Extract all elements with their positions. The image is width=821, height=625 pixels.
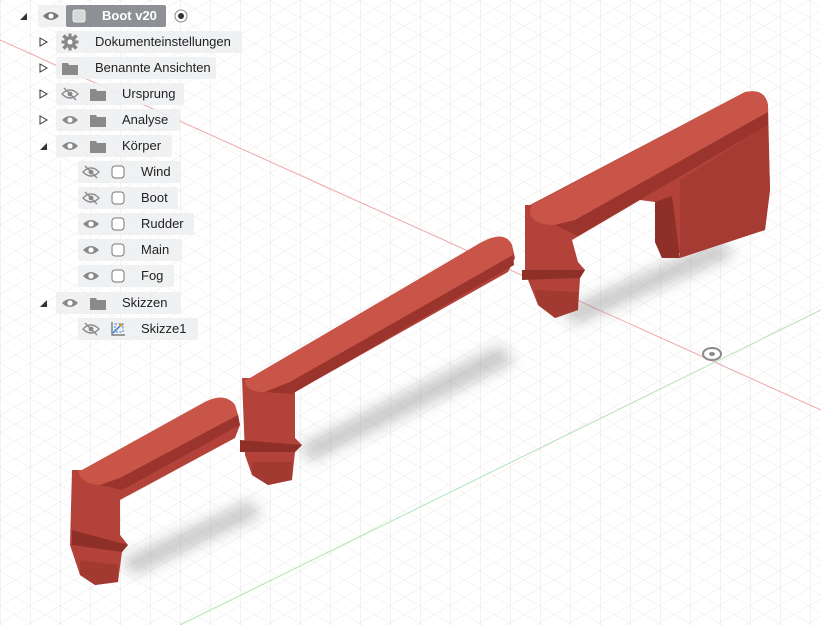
- expand-triangle-icon[interactable]: [36, 31, 50, 53]
- folder-icon: [87, 292, 109, 314]
- body-icon: [107, 213, 129, 235]
- eye-hidden-icon[interactable]: [59, 83, 81, 105]
- eye-hidden-icon[interactable]: [80, 318, 102, 340]
- item-label: Ursprung: [122, 86, 176, 101]
- body-icon: [107, 239, 129, 261]
- eye-icon[interactable]: [59, 292, 81, 314]
- item-label: Analyse: [122, 112, 169, 127]
- eye-icon[interactable]: [80, 213, 102, 235]
- expand-triangle-icon[interactable]: [36, 109, 50, 131]
- document-icon: [68, 5, 90, 27]
- item-label: Main: [141, 242, 170, 257]
- gear-icon: [59, 31, 81, 53]
- eye-icon[interactable]: [59, 109, 81, 131]
- eye-hidden-icon[interactable]: [80, 187, 102, 209]
- root-label[interactable]: Boot v20: [102, 5, 157, 27]
- collapse-triangle-icon[interactable]: [16, 5, 30, 27]
- folder-icon: [59, 57, 81, 79]
- item-label: Skizze1: [141, 321, 187, 336]
- body-icon: [107, 187, 129, 209]
- body-icon: [107, 265, 129, 287]
- expand-triangle-icon[interactable]: [36, 83, 50, 105]
- item-label: Boot: [141, 190, 168, 205]
- activate-radio-icon[interactable]: [170, 5, 192, 27]
- item-label: Skizzen: [122, 295, 168, 310]
- eye-icon[interactable]: [59, 135, 81, 157]
- browser-tree: Boot v20 Dokumenteinstellungen Benannte …: [0, 0, 821, 625]
- eye-icon[interactable]: [40, 5, 62, 27]
- folder-icon: [87, 135, 109, 157]
- eye-icon[interactable]: [80, 265, 102, 287]
- eye-hidden-icon[interactable]: [80, 161, 102, 183]
- item-label: Wind: [141, 164, 171, 179]
- folder-icon: [87, 109, 109, 131]
- item-label: Benannte Ansichten: [95, 60, 211, 75]
- collapse-triangle-icon[interactable]: [36, 135, 50, 157]
- sketch-icon: [107, 318, 129, 340]
- item-label: Fog: [141, 268, 164, 283]
- collapse-triangle-icon[interactable]: [36, 292, 50, 314]
- item-label: Rudder: [141, 216, 184, 231]
- eye-icon[interactable]: [80, 239, 102, 261]
- item-label: Körper: [122, 138, 162, 153]
- expand-triangle-icon[interactable]: [36, 57, 50, 79]
- body-icon: [107, 161, 129, 183]
- item-label: Dokumenteinstellungen: [95, 34, 231, 49]
- folder-icon: [87, 83, 109, 105]
